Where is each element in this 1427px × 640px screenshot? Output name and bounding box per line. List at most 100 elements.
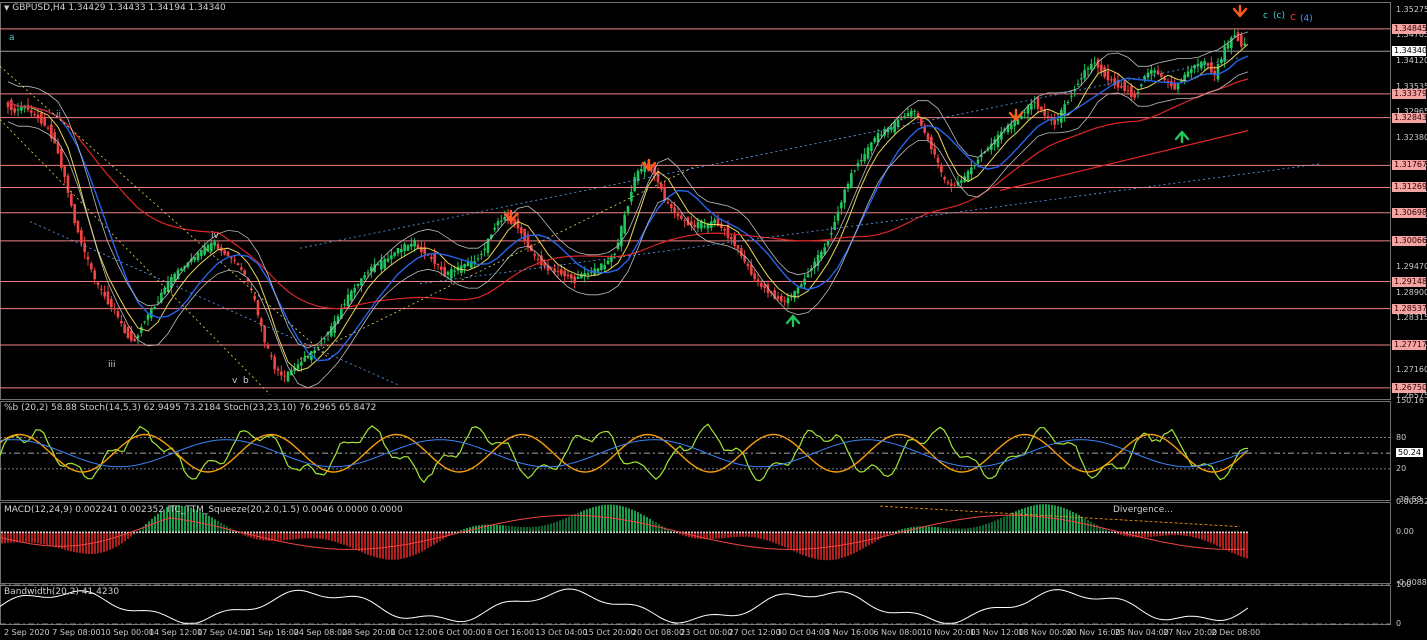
- squeeze-dot: [424, 531, 426, 534]
- candle-body: [1086, 68, 1090, 70]
- level-price-tag: 1.31269: [1392, 182, 1427, 193]
- squeeze-dot: [535, 531, 537, 534]
- candle-body: [1033, 102, 1036, 104]
- candle-body: [450, 269, 453, 279]
- squeeze-dot: [373, 531, 375, 534]
- squeeze-dot: [1093, 531, 1095, 534]
- squeeze-dot: [1006, 531, 1008, 534]
- squeeze-dot: [226, 531, 228, 534]
- oscillator-tick-label: 80: [1396, 432, 1407, 442]
- candle-body: [86, 256, 90, 260]
- candle-body: [1203, 61, 1206, 65]
- squeeze-dot: [1021, 531, 1023, 534]
- squeeze-dot: [160, 531, 162, 534]
- squeeze-dot: [484, 531, 486, 534]
- candle-body: [730, 237, 733, 240]
- candle-body: [110, 298, 113, 308]
- squeeze-dot: [61, 531, 63, 534]
- candle-body: [90, 263, 93, 270]
- candle-body: [1226, 44, 1230, 49]
- menu-triangle-icon[interactable]: ▼: [4, 4, 9, 12]
- squeeze-dot: [82, 531, 84, 534]
- squeeze-dot: [844, 531, 846, 534]
- candle-body: [1123, 81, 1126, 92]
- candle-body: [256, 300, 260, 316]
- squeeze-dot: [955, 531, 957, 534]
- squeeze-dot: [382, 531, 384, 534]
- candle-body: [240, 267, 243, 270]
- squeeze-dot: [112, 531, 114, 534]
- squeeze-dot: [1018, 531, 1020, 534]
- candle-body: [253, 295, 256, 300]
- candle-body: [903, 115, 906, 117]
- squeeze-dot: [415, 531, 417, 534]
- squeeze-dot: [625, 531, 627, 534]
- squeeze-dot: [43, 531, 45, 534]
- squeeze-dot: [994, 531, 996, 534]
- candle-body: [410, 243, 413, 247]
- candle-body: [420, 246, 423, 253]
- squeeze-dot: [40, 531, 42, 534]
- squeeze-dot: [370, 531, 372, 534]
- squeeze-dot: [1078, 531, 1080, 534]
- squeeze-dot: [436, 531, 438, 534]
- candle-body: [720, 223, 723, 228]
- squeeze-dot: [517, 531, 519, 534]
- candle-body: [863, 154, 866, 162]
- squeeze-dot: [232, 531, 234, 534]
- candle-body: [573, 276, 576, 284]
- squeeze-dot: [1108, 531, 1110, 534]
- squeeze-dot: [652, 531, 654, 534]
- candle-body: [926, 133, 930, 140]
- candle-body: [950, 183, 953, 186]
- candle-body: [363, 275, 366, 279]
- squeeze-dot: [937, 531, 939, 534]
- candle-body: [586, 273, 590, 275]
- candle-body: [33, 114, 36, 116]
- squeeze-dot: [1243, 531, 1245, 534]
- squeeze-dot: [562, 531, 564, 534]
- candle-body: [280, 371, 283, 376]
- squeeze-dot: [1102, 531, 1104, 534]
- squeeze-dot: [175, 531, 177, 534]
- squeeze-dot: [928, 531, 930, 534]
- squeeze-dot: [1174, 531, 1176, 534]
- candle-body: [53, 132, 56, 144]
- squeeze-dot: [604, 531, 606, 534]
- squeeze-dot: [976, 531, 978, 534]
- squeeze-dot: [877, 531, 879, 534]
- squeeze-dot: [970, 531, 972, 534]
- candle-body: [556, 270, 560, 272]
- squeeze-dot: [1030, 531, 1032, 534]
- candle-body: [960, 180, 963, 183]
- squeeze-dot: [859, 531, 861, 534]
- squeeze-dot: [595, 531, 597, 534]
- squeeze-dot: [1114, 531, 1116, 534]
- candle-body: [1023, 111, 1026, 113]
- squeeze-dot: [190, 531, 192, 534]
- squeeze-dot: [1156, 531, 1158, 534]
- squeeze-dot: [748, 531, 750, 534]
- candle-body: [1146, 72, 1150, 78]
- candle-body: [83, 243, 86, 253]
- squeeze-dot: [883, 531, 885, 534]
- squeeze-dot: [661, 531, 663, 534]
- candle-body: [286, 371, 290, 382]
- candle-body: [760, 282, 763, 287]
- squeeze-dot: [1024, 531, 1026, 534]
- squeeze-dot: [670, 531, 672, 534]
- squeeze-dot: [952, 531, 954, 534]
- squeeze-dot: [718, 531, 720, 534]
- candle-body: [570, 274, 573, 279]
- candle-body: [613, 253, 616, 255]
- squeeze-dot: [1048, 531, 1050, 534]
- squeeze-dot: [451, 531, 453, 534]
- candle-body: [1176, 83, 1180, 90]
- squeeze-dot: [583, 531, 585, 534]
- candle-body: [746, 263, 750, 267]
- squeeze-dot: [892, 531, 894, 534]
- candle-body: [673, 207, 676, 214]
- squeeze-dot: [541, 531, 543, 534]
- candle-body: [1153, 70, 1156, 73]
- squeeze-dot: [703, 531, 705, 534]
